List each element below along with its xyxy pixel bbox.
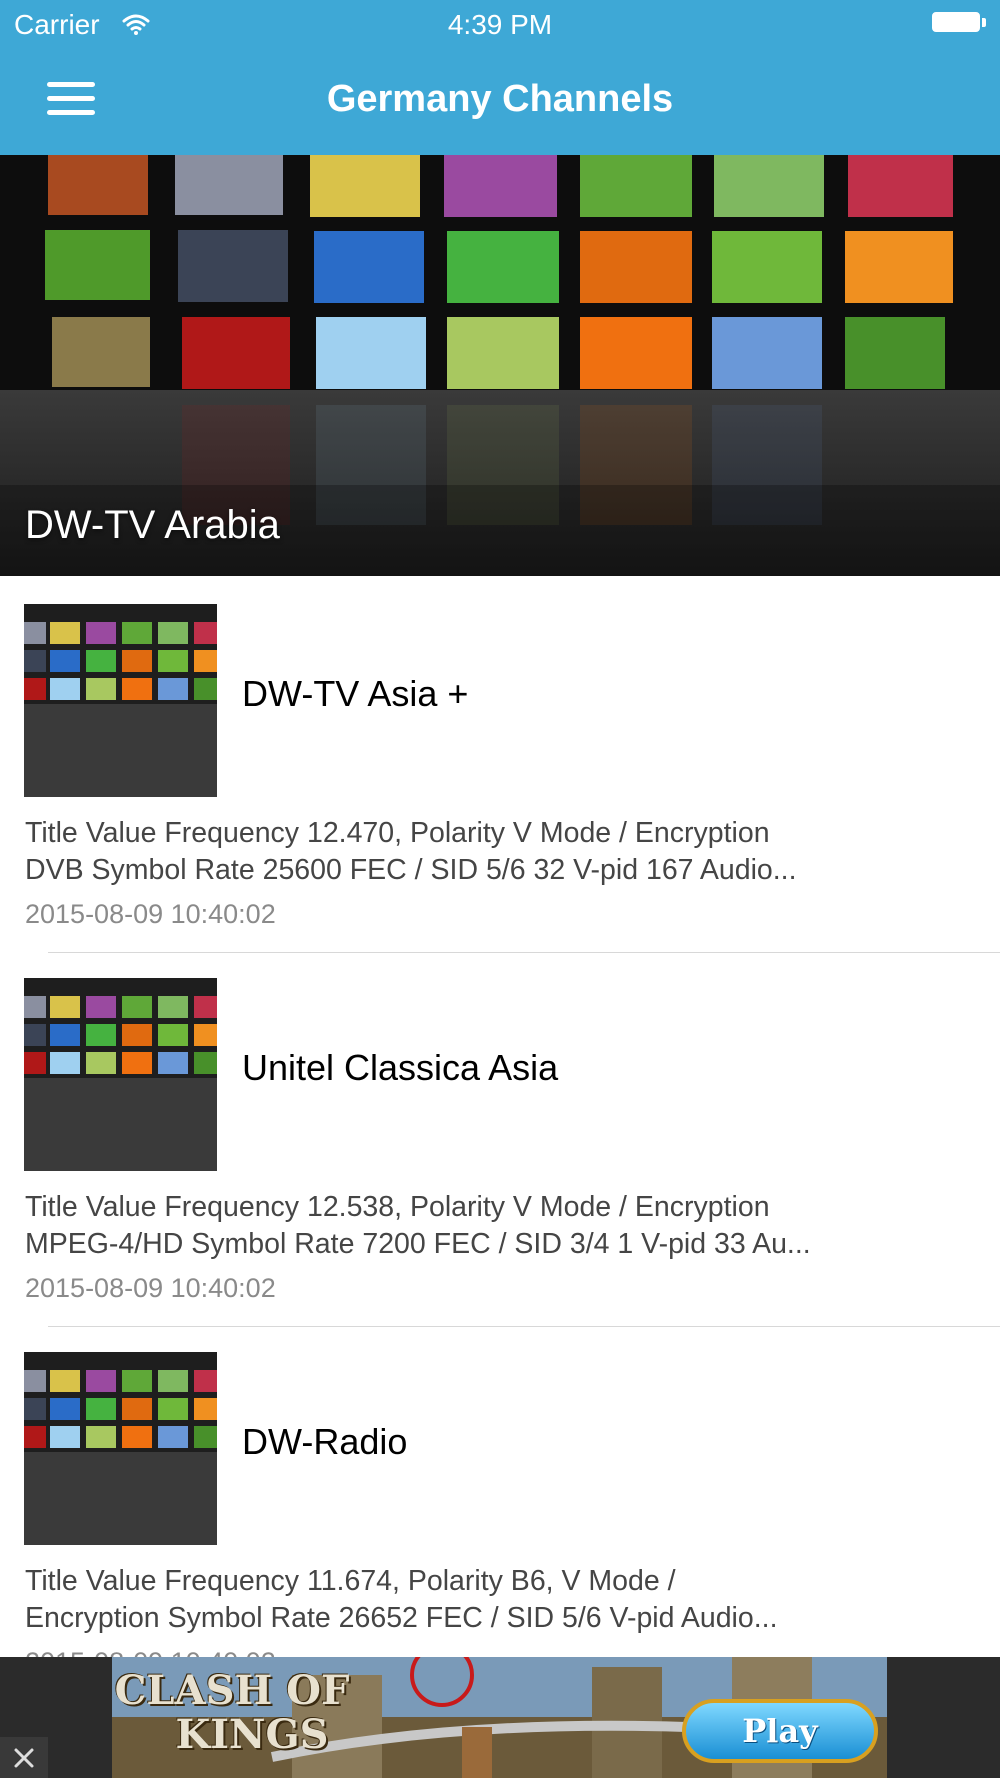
channel-description-line: Title Value Frequency 12.538, Polarity V… bbox=[25, 1191, 770, 1223]
channel-description-line: MPEG-4/HD Symbol Rate 7200 FEC / SID 3/4… bbox=[25, 1228, 811, 1260]
channel-title: Unitel Classica Asia bbox=[242, 1047, 559, 1088]
list-item[interactable]: DW-Radio Title Value Frequency 11.674, P… bbox=[0, 1327, 1000, 1701]
channel-thumbnail bbox=[24, 978, 217, 1171]
list-item[interactable]: Unitel Classica Asia Title Value Frequen… bbox=[0, 953, 1000, 1327]
status-time: 4:39 PM bbox=[447, 9, 553, 40]
channel-description-line: Title Value Frequency 12.470, Polarity V… bbox=[25, 817, 770, 849]
navigation-bar: Carrier 4:39 PM Germany Channels bbox=[0, 0, 1000, 155]
play-button[interactable]: Play bbox=[682, 1699, 878, 1763]
channel-description: Title Value Frequency 11.674, Polarity B… bbox=[25, 1563, 975, 1637]
channel-description-line: Encryption Symbol Rate 26652 FEC / SID 5… bbox=[25, 1602, 778, 1634]
page-title: Germany Channels bbox=[326, 78, 674, 120]
list-item[interactable]: DW-TV Asia + Title Value Frequency 12.47… bbox=[0, 579, 1000, 953]
channel-title: DW-TV Asia + bbox=[242, 673, 469, 714]
channel-date: 2015-08-09 10:40:02 bbox=[25, 1273, 276, 1303]
featured-channel-title: DW-TV Arabia bbox=[25, 503, 280, 547]
channel-thumbnail bbox=[24, 1352, 217, 1545]
channel-description-line: Title Value Frequency 11.674, Polarity B… bbox=[25, 1565, 676, 1597]
channel-description: Title Value Frequency 12.470, Polarity V… bbox=[25, 815, 975, 889]
battery-icon bbox=[932, 12, 986, 34]
ad-logo-line: CLASH OF bbox=[114, 1667, 350, 1714]
featured-channel-banner[interactable]: DW-TV Arabia bbox=[0, 155, 1000, 576]
ad-logo-line: KINGS bbox=[175, 1711, 329, 1758]
ad-creative[interactable]: CLASH OF KINGS Play bbox=[112, 1657, 887, 1778]
close-icon[interactable] bbox=[0, 1737, 48, 1778]
channel-title: DW-Radio bbox=[242, 1421, 408, 1462]
status-bar: Carrier 4:39 PM bbox=[0, 0, 1000, 50]
channel-thumbnail bbox=[24, 604, 217, 797]
ad-banner: CLASH OF KINGS Play bbox=[0, 1657, 1000, 1778]
channel-date: 2015-08-09 10:40:02 bbox=[25, 899, 276, 929]
channel-description: Title Value Frequency 12.538, Polarity V… bbox=[25, 1189, 975, 1263]
ad-logo: CLASH OF KINGS bbox=[112, 1669, 352, 1757]
channel-description-line: DVB Symbol Rate 25600 FEC / SID 5/6 32 V… bbox=[25, 854, 797, 886]
